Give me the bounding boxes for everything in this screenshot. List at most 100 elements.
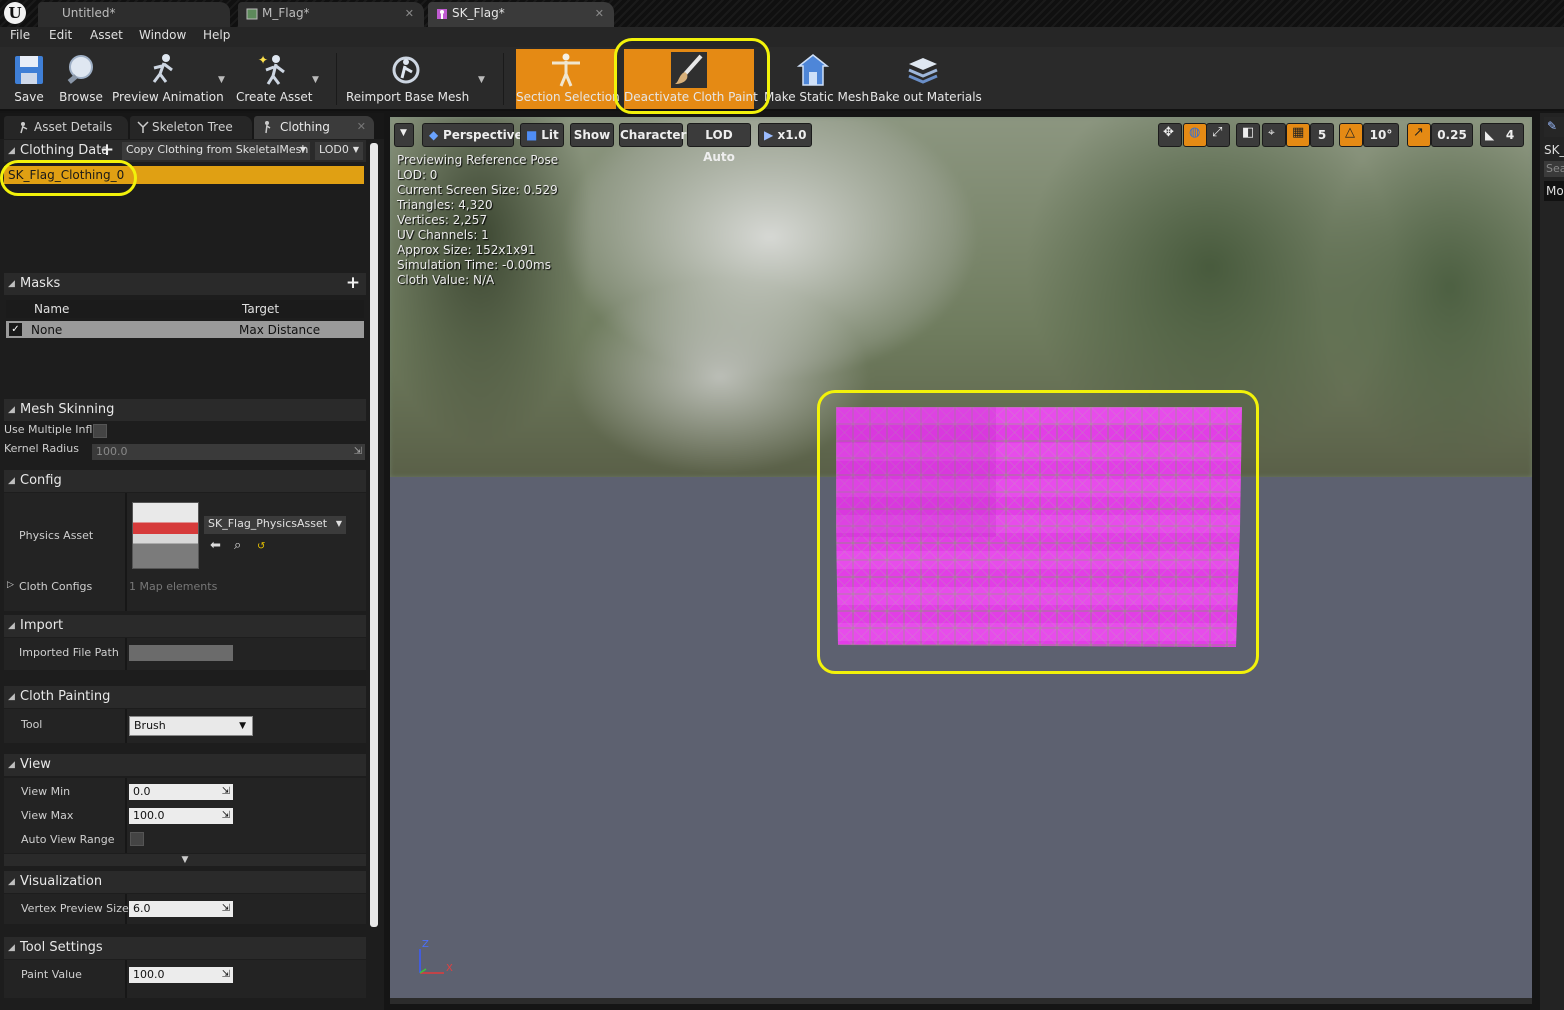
lod-auto-button[interactable]: LOD Auto: [687, 123, 751, 164]
preview-viewport[interactable]: ▼ ◆ Perspective ■ Lit Show Character LOD…: [390, 117, 1532, 1004]
tab-m-flag[interactable]: M_Flag* ✕: [238, 2, 424, 27]
physics-asset-label: Physics Asset: [19, 529, 94, 542]
surface-snap-icon[interactable]: ⌖: [1262, 123, 1286, 147]
grid-snap-icon[interactable]: ▦: [1286, 123, 1310, 147]
camera-speed-button[interactable]: ◣ 4: [1480, 123, 1524, 147]
chevron-down-icon[interactable]: ▼: [478, 75, 485, 85]
right-panel-search[interactable]: Sea: [1544, 161, 1564, 177]
stats-line: LOD: 0: [397, 168, 438, 182]
menu-edit[interactable]: Edit: [49, 28, 72, 42]
perspective-button[interactable]: ◆ Perspective: [422, 123, 523, 147]
close-icon[interactable]: ✕: [595, 2, 604, 25]
kernel-radius-field[interactable]: 100.0 ⇲: [92, 444, 365, 460]
collapse-triangle-icon: ◢: [8, 279, 15, 289]
cloth-painting-header[interactable]: ◢ Cloth Painting: [4, 686, 366, 708]
checkbox[interactable]: ✓: [9, 323, 22, 336]
expand-triangle-icon[interactable]: ▷: [7, 580, 14, 590]
unreal-logo[interactable]: U: [4, 2, 26, 24]
make-static-mesh-button[interactable]: Make Static Mesh: [764, 49, 869, 109]
viewport-options-button[interactable]: ▼: [394, 123, 414, 147]
menu-file[interactable]: File: [10, 28, 30, 42]
section-selection-button[interactable]: Section Selection: [516, 49, 620, 109]
menu-help[interactable]: Help: [203, 28, 230, 42]
scale-snap-button[interactable]: 0.25: [1431, 123, 1473, 147]
lod-dropdown[interactable]: LOD0 ▼: [315, 142, 363, 160]
view-max-field[interactable]: 100.0 ⇲: [129, 808, 233, 824]
view-header[interactable]: ◢ View: [4, 754, 366, 776]
browse-magnifier-icon[interactable]: ⌕: [234, 538, 241, 553]
toolbar-divider: [503, 53, 504, 105]
tool-dropdown[interactable]: Brush ▼: [129, 716, 253, 736]
rotate-tool-icon[interactable]: ◍: [1183, 123, 1207, 147]
mesh-skinning-header[interactable]: ◢ Mesh Skinning: [4, 399, 366, 421]
scale-snap-icon[interactable]: ↗: [1407, 123, 1431, 147]
rotation-snap-button[interactable]: 10°: [1363, 123, 1399, 147]
scale-tool-icon[interactable]: ⤢: [1206, 123, 1230, 147]
vertex-preview-size-field[interactable]: 6.0 ⇲: [129, 901, 233, 917]
panel-scrollbar[interactable]: [370, 143, 378, 927]
deactivate-cloth-paint-button[interactable]: Deactivate Cloth Paint: [624, 49, 758, 109]
right-side-panel: ✎ SK_ Sea Mo: [1540, 113, 1564, 1010]
lit-button[interactable]: ■ Lit: [520, 123, 564, 147]
column-splitter[interactable]: [125, 638, 127, 670]
add-mask-icon[interactable]: +: [344, 275, 362, 293]
translate-tool-icon[interactable]: ✥: [1158, 123, 1182, 147]
create-asset-icon: ✦: [258, 53, 285, 85]
chevron-down-icon[interactable]: ▼: [312, 75, 319, 85]
tool-settings-header[interactable]: ◢ Tool Settings: [4, 937, 366, 959]
browse-button[interactable]: Browse: [56, 49, 106, 109]
collapse-triangle-icon: ◢: [8, 405, 15, 415]
playback-speed-button[interactable]: ▶ x1.0: [758, 123, 812, 147]
tab-clothing[interactable]: Clothing ✕: [254, 116, 374, 139]
close-icon[interactable]: ✕: [405, 2, 414, 25]
flag-cloth-mesh[interactable]: [836, 407, 1242, 647]
tab-skeleton-tree[interactable]: Skeleton Tree: [130, 116, 252, 139]
save-button[interactable]: Save: [4, 49, 54, 109]
close-icon[interactable]: ✕: [357, 116, 366, 138]
skeleton-tree-icon: [137, 121, 149, 133]
masks-header[interactable]: ◢ Masks: [4, 273, 366, 295]
menu-window[interactable]: Window: [139, 28, 186, 42]
tab-untitled[interactable]: Untitled*: [38, 2, 230, 27]
imported-file-path-field[interactable]: [129, 645, 233, 661]
table-row[interactable]: ✓ None Max Distance: [6, 321, 364, 338]
character-button[interactable]: Character: [619, 123, 686, 147]
grid-size-button[interactable]: 5: [1310, 123, 1334, 147]
config-header[interactable]: ◢ Config: [4, 470, 366, 492]
column-splitter[interactable]: [125, 573, 127, 597]
column-splitter[interactable]: [125, 778, 127, 853]
reimport-base-mesh-button[interactable]: Reimport Base Mesh: [346, 49, 469, 109]
column-splitter[interactable]: [125, 709, 127, 743]
reset-to-default-icon[interactable]: ↺: [257, 541, 265, 552]
auto-view-range-checkbox[interactable]: [130, 832, 144, 846]
import-header[interactable]: ◢ Import: [4, 615, 366, 637]
right-panel-mode[interactable]: Mo: [1544, 181, 1564, 201]
use-selected-arrow-icon[interactable]: ⬅: [210, 538, 221, 553]
clothing-list-item[interactable]: SK_Flag_Clothing_0: [4, 166, 364, 184]
column-splitter[interactable]: [125, 960, 127, 998]
rotation-snap-icon[interactable]: △: [1339, 123, 1363, 147]
chevron-down-icon[interactable]: ▼: [218, 75, 225, 85]
visualization-header[interactable]: ◢ Visualization: [4, 871, 366, 893]
dropdown-label: LOD0: [319, 143, 349, 156]
physics-asset-dropdown[interactable]: SK_Flag_PhysicsAsset ▼: [204, 516, 346, 534]
preview-animation-button[interactable]: Preview Animation: [112, 49, 224, 109]
paint-value-field[interactable]: 100.0 ⇲: [129, 967, 233, 983]
create-asset-button[interactable]: ✦ Create Asset: [236, 49, 313, 109]
tab-sk-flag[interactable]: SK_Flag* ✕: [428, 2, 614, 27]
show-button[interactable]: Show: [570, 123, 614, 147]
menu-asset[interactable]: Asset: [90, 28, 123, 42]
view-min-field[interactable]: 0.0 ⇲: [129, 784, 233, 800]
section-title: Config: [20, 473, 62, 488]
add-clothing-icon[interactable]: +: [98, 142, 116, 160]
bake-out-materials-button[interactable]: Bake out Materials: [870, 49, 982, 109]
advanced-expander[interactable]: ▼: [4, 854, 366, 866]
copy-clothing-dropdown[interactable]: Copy Clothing from SkeletalMesh ▼: [122, 142, 310, 160]
details-tab[interactable]: ✎: [1544, 117, 1564, 137]
tab-asset-details[interactable]: Asset Details: [4, 116, 128, 139]
mode-label: Mo: [1546, 184, 1564, 198]
use-multiple-influences-checkbox[interactable]: [93, 424, 107, 438]
physics-asset-thumbnail[interactable]: [132, 502, 199, 569]
world-local-toggle-icon[interactable]: ◧: [1236, 123, 1260, 147]
chevron-down-icon: ▼: [400, 128, 407, 138]
